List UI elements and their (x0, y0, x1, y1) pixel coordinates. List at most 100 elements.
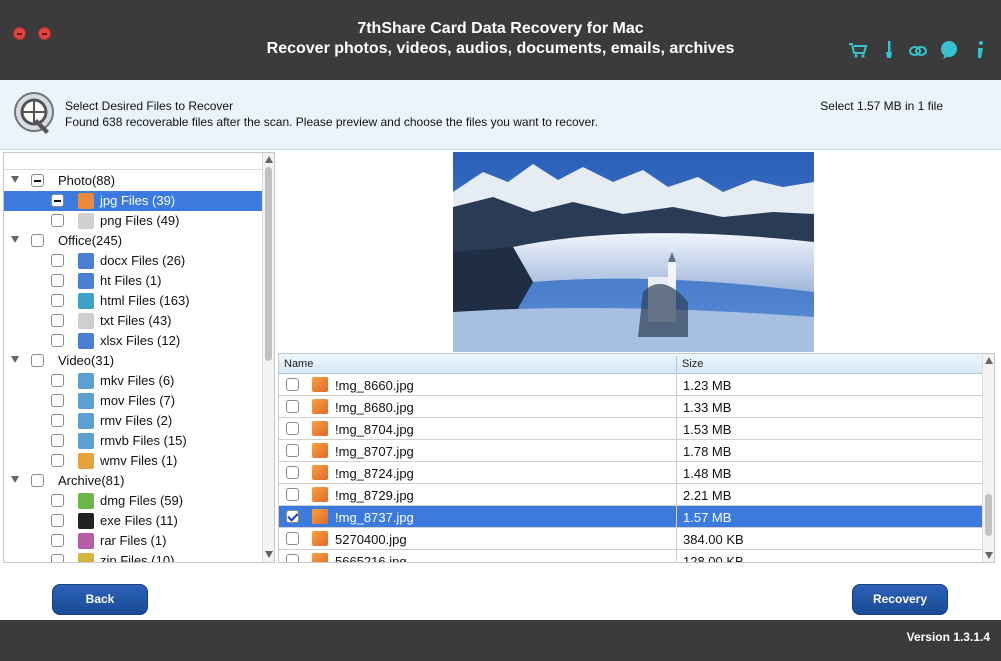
expand-arrow-icon[interactable] (11, 236, 19, 243)
table-scroll-thumb[interactable] (985, 494, 992, 536)
tree-item[interactable]: docx Files (26) (4, 251, 262, 271)
tree-item[interactable]: rar Files (1) (4, 531, 262, 551)
tree-item[interactable]: xlsx Files (12) (4, 331, 262, 351)
tree-checkbox[interactable] (31, 234, 44, 247)
row-checkbox[interactable] (286, 532, 299, 545)
tree-item[interactable]: rmv Files (2) (4, 411, 262, 431)
expand-arrow-icon[interactable] (11, 476, 19, 483)
tree-item[interactable]: exe Files (11) (4, 511, 262, 531)
tree-item-label: Photo(88) (58, 173, 116, 188)
tree-checkbox[interactable] (51, 394, 64, 407)
tree-item-label: mkv Files (6) (100, 373, 175, 388)
file-size-cell: 1.23 MB (683, 378, 732, 393)
table-scroll-up-arrow-icon[interactable] (985, 357, 993, 364)
tree-scroll-thumb[interactable] (265, 167, 272, 361)
column-header-size[interactable]: Size (682, 358, 703, 370)
html-file-icon (78, 293, 94, 309)
tree-checkbox[interactable] (51, 274, 64, 287)
row-checkbox[interactable] (286, 444, 299, 457)
tree-checkbox[interactable] (31, 474, 44, 487)
tree-checkbox[interactable] (51, 454, 64, 467)
tree-scrollbar[interactable] (262, 153, 274, 562)
link-icon[interactable] (908, 40, 928, 60)
tree-item[interactable]: dmg Files (59) (4, 491, 262, 511)
doc-file-icon (78, 333, 94, 349)
row-checkbox[interactable] (286, 466, 299, 479)
info-icon[interactable] (970, 40, 990, 60)
table-row[interactable]: 5270400.jpg 384.00 KB (279, 528, 982, 550)
row-checkbox[interactable] (286, 554, 299, 562)
cart-icon[interactable] (848, 40, 868, 60)
tree-item-label: Video(31) (58, 353, 115, 368)
tree-checkbox[interactable] (51, 214, 64, 227)
tree-checkbox[interactable] (51, 554, 64, 562)
tree-checkbox[interactable] (51, 334, 64, 347)
jpg-file-icon (312, 377, 328, 392)
row-checkbox[interactable] (286, 400, 299, 413)
tree-item[interactable]: ht Files (1) (4, 271, 262, 291)
table-scroll-down-arrow-icon[interactable] (985, 552, 993, 559)
brush-icon[interactable] (879, 40, 899, 60)
row-checkbox[interactable] (286, 510, 299, 523)
tree-item[interactable]: zip Files (10) (4, 551, 262, 562)
tree-item[interactable]: mov Files (7) (4, 391, 262, 411)
tree-item-label: png Files (49) (100, 213, 180, 228)
scroll-down-arrow-icon[interactable] (265, 551, 273, 558)
expand-arrow-icon[interactable] (11, 176, 19, 183)
expand-arrow-icon[interactable] (11, 356, 19, 363)
tree-checkbox[interactable] (31, 354, 44, 367)
tree-checkbox[interactable] (31, 174, 44, 187)
tree-item[interactable]: Video(31) (4, 351, 262, 371)
tree-item-label: Archive(81) (58, 473, 125, 488)
tree-checkbox[interactable] (51, 194, 64, 207)
tree-item-label: dmg Files (59) (100, 493, 184, 508)
footer-bar (0, 620, 1001, 661)
tree-item[interactable]: txt Files (43) (4, 311, 262, 331)
tree-item[interactable]: jpg Files (39) (4, 191, 262, 211)
tree-item-label: docx Files (26) (100, 253, 186, 268)
file-size-cell: 128.00 KB (683, 554, 744, 563)
file-size-cell: 1.48 MB (683, 466, 732, 481)
row-checkbox[interactable] (286, 488, 299, 501)
tree-checkbox[interactable] (51, 414, 64, 427)
table-row[interactable]: !mg_8737.jpg 1.57 MB (279, 506, 982, 528)
tree-item[interactable]: wmv Files (1) (4, 451, 262, 471)
table-row[interactable]: !mg_8680.jpg 1.33 MB (279, 396, 982, 418)
tree-item-label: Office(245) (58, 233, 123, 248)
file-type-tree[interactable]: Photo(88) jpg Files (39) png Files (49) Off… (3, 152, 275, 563)
tree-checkbox[interactable] (51, 534, 64, 547)
table-row[interactable]: !mg_8729.jpg 2.21 MB (279, 484, 982, 506)
tree-item[interactable]: Archive(81) (4, 471, 262, 491)
dmg-file-icon (78, 493, 94, 509)
file-table[interactable]: Name Size !mg_8660.jpg 1.23 MB !mg_8680.jp… (278, 353, 995, 563)
tree-item[interactable]: html Files (163) (4, 291, 262, 311)
tree-checkbox[interactable] (51, 374, 64, 387)
row-checkbox[interactable] (286, 422, 299, 435)
tree-checkbox[interactable] (51, 314, 64, 327)
table-row[interactable]: !mg_8707.jpg 1.78 MB (279, 440, 982, 462)
tree-checkbox[interactable] (51, 494, 64, 507)
table-row[interactable]: !mg_8704.jpg 1.53 MB (279, 418, 982, 440)
tree-checkbox[interactable] (51, 294, 64, 307)
table-scrollbar[interactable] (982, 354, 994, 562)
tree-item[interactable]: png Files (49) (4, 211, 262, 231)
table-row[interactable]: !mg_8724.jpg 1.48 MB (279, 462, 982, 484)
tree-item[interactable]: rmvb Files (15) (4, 431, 262, 451)
column-header-name[interactable]: Name (284, 358, 313, 370)
row-checkbox[interactable] (286, 378, 299, 391)
tree-item[interactable]: Photo(88) (4, 171, 262, 191)
back-button[interactable]: Back (52, 584, 148, 615)
tree-item-label: html Files (163) (100, 293, 190, 308)
tree-item[interactable]: mkv Files (6) (4, 371, 262, 391)
tree-checkbox[interactable] (51, 434, 64, 447)
zip-file-icon (78, 553, 94, 562)
chat-icon[interactable] (939, 40, 959, 60)
tree-item[interactable]: Office(245) (4, 231, 262, 251)
tree-checkbox[interactable] (51, 254, 64, 267)
scroll-up-arrow-icon[interactable] (265, 156, 273, 163)
table-row[interactable]: !mg_8660.jpg 1.23 MB (279, 374, 982, 396)
recovery-button[interactable]: Recovery (852, 584, 948, 615)
tree-checkbox[interactable] (51, 514, 64, 527)
table-row[interactable]: 5665216.jpg 128.00 KB (279, 550, 982, 563)
jpg-file-icon (312, 487, 328, 502)
